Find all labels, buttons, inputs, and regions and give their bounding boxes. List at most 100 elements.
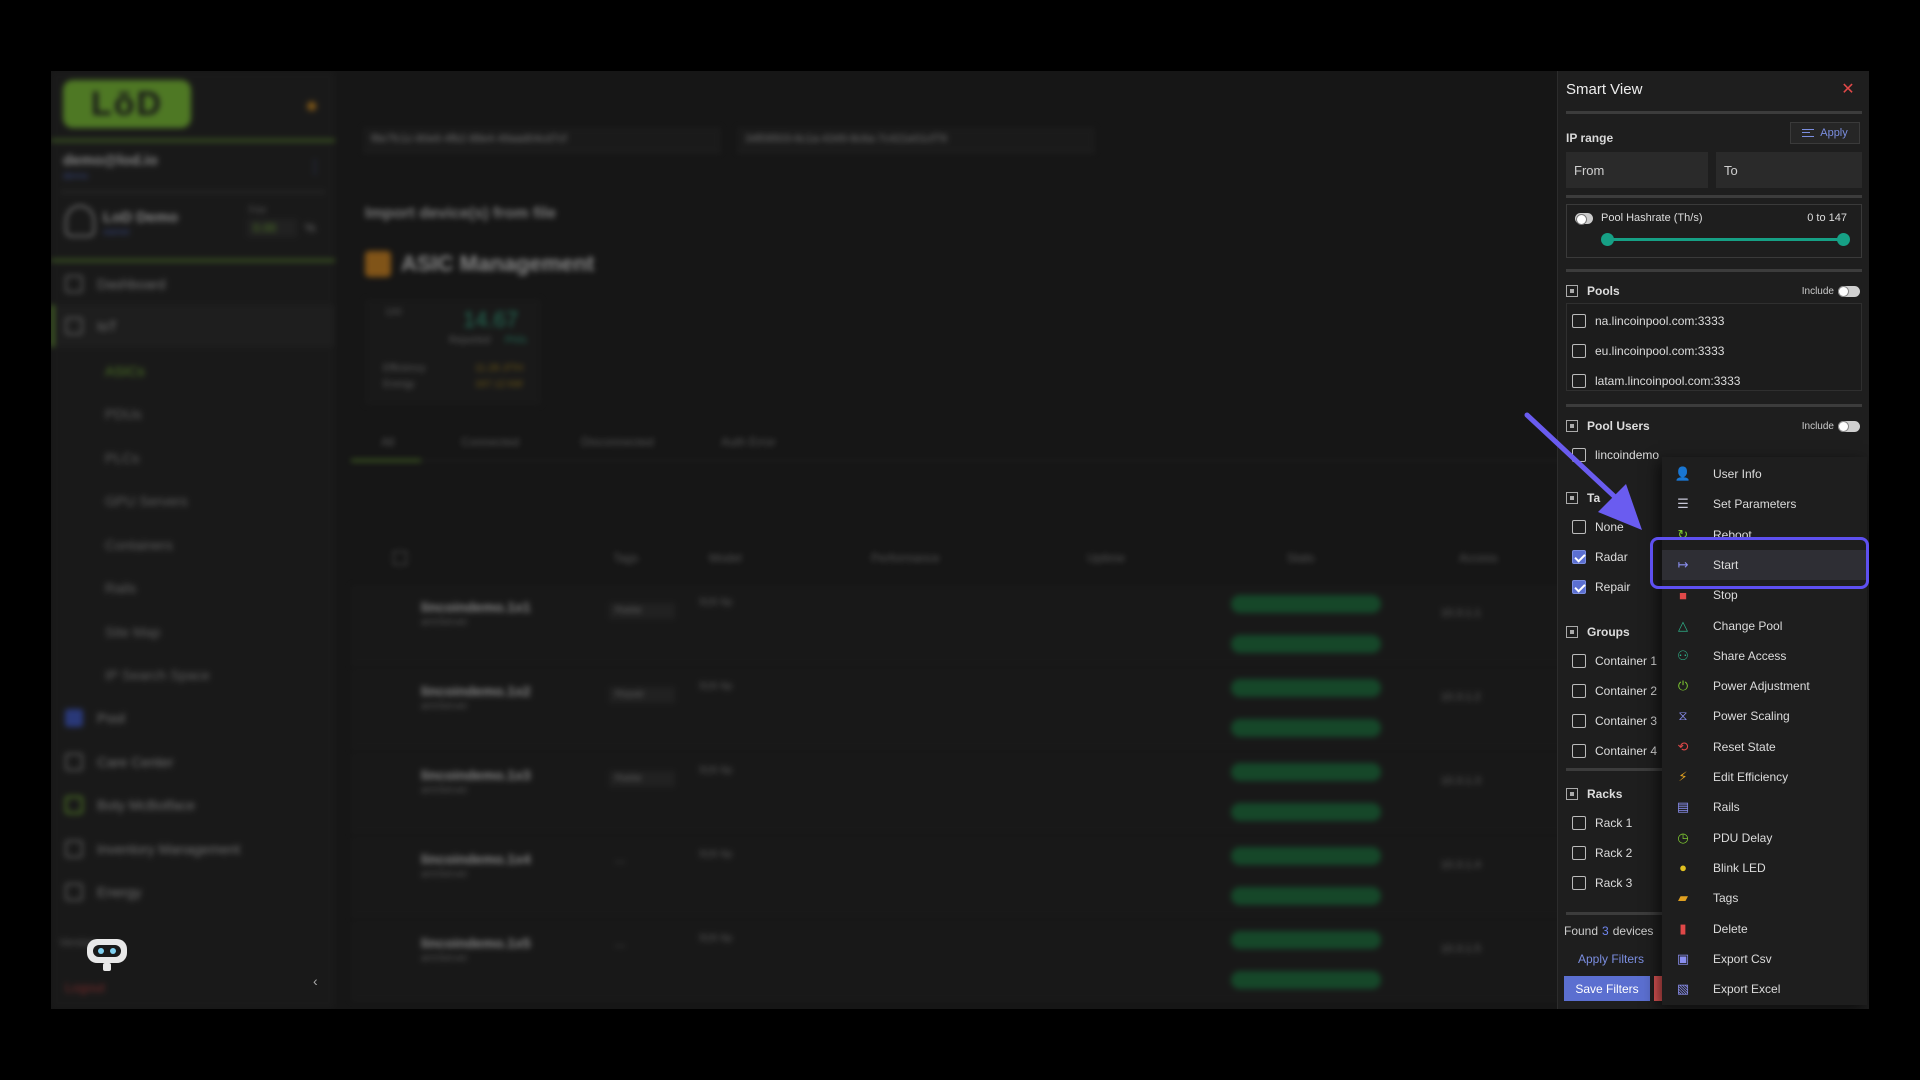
tag-option[interactable]: None: [1572, 517, 1624, 537]
checkbox-checked[interactable]: [1572, 550, 1586, 564]
menu-item-pdu-delay[interactable]: ◷ PDU Delay: [1662, 823, 1867, 853]
collapse-sidebar-icon[interactable]: ‹: [313, 973, 318, 989]
menu-item-delete[interactable]: ▮ Delete: [1662, 914, 1867, 944]
table-row[interactable]: lincoindemo.1x4 armServer --- S19 Xp 10.…: [351, 837, 1601, 917]
group-option[interactable]: Container 3: [1572, 711, 1657, 731]
checkbox-checked[interactable]: [1572, 580, 1586, 594]
nav-asics[interactable]: ASICs: [105, 363, 145, 379]
pool-option[interactable]: eu.lincoinpool.com:3333: [1572, 341, 1724, 361]
col-stats[interactable]: Stats: [1287, 551, 1314, 565]
nav-boty[interactable]: Boty McBotface: [65, 796, 195, 814]
tab-connected[interactable]: Connected: [461, 435, 519, 449]
nav-dashboard[interactable]: Dashboard: [65, 275, 166, 293]
device-name[interactable]: lincoindemo.1x4: [421, 851, 531, 867]
menu-item-start[interactable]: ↦ Start: [1662, 549, 1867, 580]
nav-energy[interactable]: Energy: [65, 883, 141, 901]
ip-address[interactable]: 10.3.1.4: [1441, 849, 1481, 881]
ip-address[interactable]: 10.3.1.3: [1441, 765, 1481, 797]
menu-item-tags[interactable]: ▰ Tags: [1662, 883, 1867, 913]
table-row[interactable]: lincoindemo.1x2 armServer Repair S19 Xp …: [351, 669, 1601, 749]
fee-input[interactable]: 0.00: [247, 219, 297, 237]
clear-filters-button[interactable]: [1654, 976, 1662, 1001]
pool-option[interactable]: na.lincoinpool.com:3333: [1572, 311, 1724, 331]
checkbox[interactable]: [1572, 314, 1586, 328]
group-option[interactable]: Container 4: [1572, 741, 1657, 761]
col-model[interactable]: Model: [709, 551, 742, 565]
nav-containers[interactable]: Containers: [105, 537, 173, 553]
checkbox[interactable]: [1572, 344, 1586, 358]
pool-users-include-toggle[interactable]: [1838, 420, 1860, 432]
checkbox[interactable]: [1572, 520, 1586, 534]
device-name[interactable]: lincoindemo.1x3: [421, 767, 531, 783]
nav-pool[interactable]: Pool: [65, 709, 125, 727]
checkbox[interactable]: [1572, 816, 1586, 830]
ip-address[interactable]: 10.3.1.5: [1441, 933, 1481, 965]
nav-plcs[interactable]: PLCs: [105, 450, 139, 466]
checkbox[interactable]: [1572, 654, 1586, 668]
checkbox[interactable]: [1572, 374, 1586, 388]
nav-site-map[interactable]: Site Map: [105, 624, 160, 640]
menu-item-share-access[interactable]: ⚇ Share Access: [1662, 641, 1867, 671]
nav-pdus[interactable]: PDUs: [105, 406, 142, 422]
group-option[interactable]: Container 2: [1572, 681, 1657, 701]
nav-iot[interactable]: IoT: [65, 317, 117, 335]
device-name[interactable]: lincoindemo.1x2: [421, 683, 531, 699]
nav-ip-search-space[interactable]: IP Search Space: [105, 667, 210, 683]
pool-user-option[interactable]: lincoindemo: [1572, 445, 1659, 465]
nav-gpu-servers[interactable]: GPU Servers: [105, 493, 187, 509]
device-name[interactable]: lincoindemo.1x5: [421, 935, 531, 951]
menu-item-reboot[interactable]: ↻ Reboot: [1662, 520, 1867, 550]
table-row[interactable]: lincoindemo.1x3 armServer Radar S19 Xp 1…: [351, 753, 1601, 833]
account-menu-icon[interactable]: ⋮: [307, 157, 323, 177]
tab-auth-error[interactable]: Auth Error: [721, 435, 776, 449]
menu-item-power-adjustment[interactable]: ⏻ Power Adjustment: [1662, 671, 1867, 701]
lod-logo[interactable]: LōD: [63, 80, 191, 128]
table-row[interactable]: lincoindemo.1x5 armServer --- S19 Xp 10.…: [351, 921, 1601, 1001]
table-row[interactable]: lincoindemo.1x1 armServer Radar S19 Xp 1…: [351, 585, 1601, 665]
checkbox[interactable]: [1572, 876, 1586, 890]
tag-option[interactable]: Radar: [1572, 547, 1628, 567]
tab-disconnected[interactable]: Disconnected: [581, 435, 654, 449]
checkbox[interactable]: [1572, 714, 1586, 728]
close-icon[interactable]: ✕: [1838, 79, 1858, 99]
ip-address[interactable]: 10.3.1.2: [1441, 681, 1481, 713]
menu-item-edit-efficiency[interactable]: ⚡ Edit Efficiency: [1662, 762, 1867, 792]
col-access[interactable]: Access: [1459, 551, 1498, 565]
group-option[interactable]: Container 1: [1572, 651, 1657, 671]
hashrate-max-handle[interactable]: [1837, 233, 1850, 246]
menu-item-export-excel[interactable]: ▧ Export Excel: [1662, 974, 1867, 1004]
nav-care-center[interactable]: Care Center: [65, 753, 173, 771]
ip-to-input[interactable]: [1716, 152, 1862, 188]
col-performance[interactable]: Performance: [871, 551, 940, 565]
checkbox[interactable]: [1572, 744, 1586, 758]
pool-option[interactable]: latam.lincoinpool.com:3333: [1572, 371, 1740, 391]
menu-item-blink-led[interactable]: ● Blink LED: [1662, 853, 1867, 883]
checkbox[interactable]: [1572, 684, 1586, 698]
save-filters-button[interactable]: Save Filters: [1564, 976, 1650, 1001]
ip-address[interactable]: 10.3.1.1: [1441, 597, 1481, 629]
tag-option[interactable]: Repair: [1572, 577, 1630, 597]
hashrate-min-handle[interactable]: [1601, 233, 1614, 246]
theme-sun-icon[interactable]: ✹: [305, 97, 318, 117]
hashrate-slider-track[interactable]: [1607, 238, 1843, 241]
tab-all[interactable]: All: [381, 435, 394, 449]
hashrate-toggle[interactable]: [1575, 213, 1593, 225]
apply-button[interactable]: Apply: [1790, 122, 1860, 144]
rack-option[interactable]: Rack 3: [1572, 873, 1632, 893]
import-title[interactable]: Import device(s) from file: [365, 205, 556, 223]
id-field[interactable]: f8e7fc1c-80e6-4fb2-88e4-49aad04cd7cf: [363, 127, 721, 153]
menu-item-export-csv[interactable]: ▣ Export Csv: [1662, 944, 1867, 974]
menu-item-reset-state[interactable]: ⟲ Reset State: [1662, 732, 1867, 762]
device-name[interactable]: lincoindemo.1x1: [421, 599, 531, 615]
menu-item-change-pool[interactable]: △ Change Pool: [1662, 611, 1867, 641]
checkbox[interactable]: [1572, 448, 1586, 462]
nav-rails[interactable]: Rails: [105, 580, 136, 596]
pools-include-toggle[interactable]: [1838, 285, 1860, 297]
menu-item-stop[interactable]: ■ Stop: [1662, 580, 1867, 610]
menu-item-user-info[interactable]: 👤 User Info: [1662, 459, 1867, 489]
menu-item-rails[interactable]: ▤ Rails: [1662, 792, 1867, 822]
id-field[interactable]: 34f09503-6c1a-4349-8c6a-7c421e01cf79: [737, 127, 1095, 153]
col-uptime[interactable]: Uptime: [1087, 551, 1125, 565]
nav-inventory[interactable]: Inventory Management: [65, 840, 240, 858]
rack-option[interactable]: Rack 2: [1572, 843, 1632, 863]
